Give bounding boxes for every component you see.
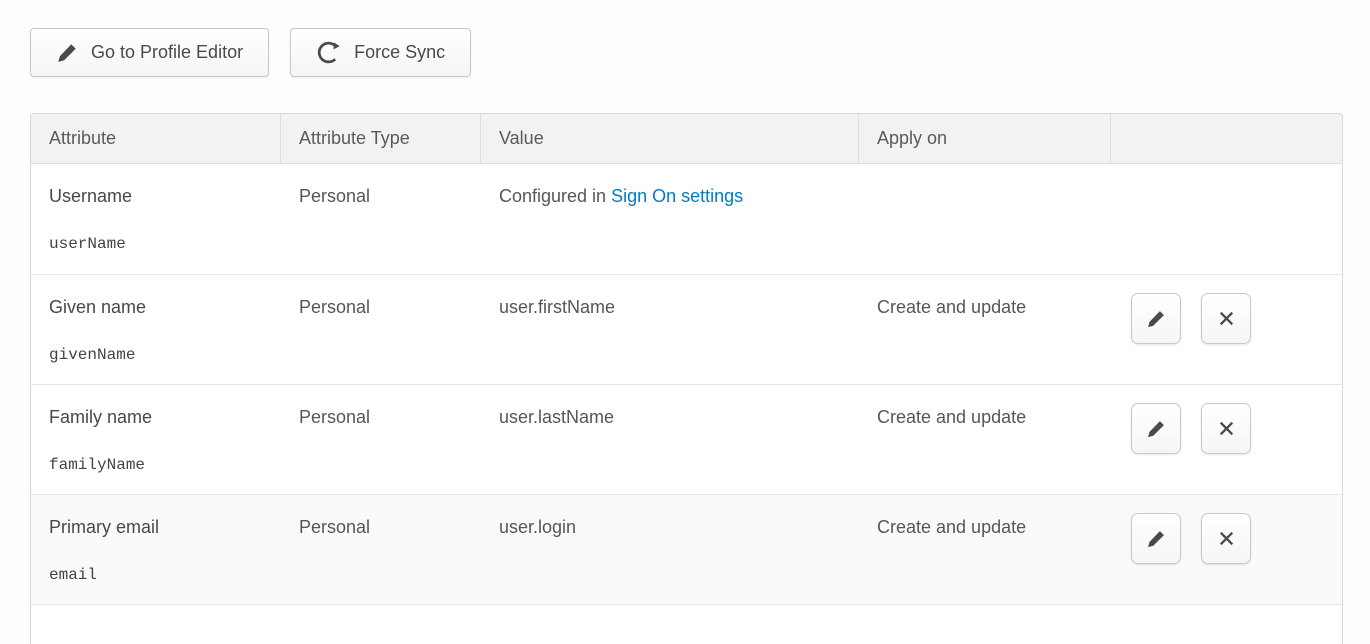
header-value: Value (481, 114, 859, 163)
header-apply-on: Apply on (859, 114, 1111, 163)
pencil-icon (56, 42, 78, 64)
attribute-label: Family name (49, 405, 269, 429)
header-attribute: Attribute (31, 114, 281, 163)
toolbar: Go to Profile Editor Force Sync (0, 0, 1370, 77)
cell-value: user.lastName (481, 385, 859, 494)
attribute-label: Username (49, 184, 269, 208)
header-attribute-type: Attribute Type (281, 114, 481, 163)
pencil-icon (1146, 529, 1166, 549)
attribute-label: Given name (49, 295, 269, 319)
delete-attribute-button[interactable] (1201, 513, 1251, 564)
delete-attribute-button[interactable] (1201, 403, 1251, 454)
refresh-icon (316, 40, 341, 65)
cell-attribute-type: Personal (281, 275, 481, 384)
cell-attribute: Given name givenName (31, 275, 281, 384)
cell-value: user.firstName (481, 275, 859, 384)
cell-attribute: Family name familyName (31, 385, 281, 494)
cell-actions (1111, 495, 1342, 604)
cell-attribute-type: Personal (281, 164, 481, 274)
attribute-mapping-table: Attribute Attribute Type Value Apply on … (30, 113, 1343, 644)
close-icon (1216, 528, 1237, 549)
cell-attribute: Primary email email (31, 495, 281, 604)
header-actions (1111, 114, 1342, 163)
cell-apply-on: Create and update (859, 275, 1111, 384)
attribute-label: Primary email (49, 515, 269, 539)
pencil-icon (1146, 419, 1166, 439)
cell-actions (1111, 275, 1342, 384)
force-sync-button[interactable]: Force Sync (290, 28, 471, 77)
edit-attribute-button[interactable] (1131, 293, 1181, 344)
edit-attribute-button[interactable] (1131, 513, 1181, 564)
table-row-partial (31, 604, 1342, 644)
cell-attribute-type: Personal (281, 385, 481, 494)
close-icon (1216, 308, 1237, 329)
cell-attribute-type: Personal (281, 495, 481, 604)
cell-actions (1111, 385, 1342, 494)
pencil-icon (1146, 309, 1166, 329)
delete-attribute-button[interactable] (1201, 293, 1251, 344)
attribute-variable-name: email (49, 563, 269, 587)
cell-actions (1111, 164, 1342, 274)
go-to-profile-editor-label: Go to Profile Editor (91, 42, 243, 63)
edit-attribute-button[interactable] (1131, 403, 1181, 454)
close-icon (1216, 418, 1237, 439)
attribute-variable-name: userName (49, 232, 269, 256)
sign-on-settings-link[interactable]: Sign On settings (611, 186, 743, 206)
cell-apply-on: Create and update (859, 495, 1111, 604)
force-sync-label: Force Sync (354, 42, 445, 63)
cell-apply-on (859, 164, 1111, 274)
attribute-variable-name: givenName (49, 343, 269, 367)
value-text: Configured in (499, 186, 606, 206)
attribute-variable-name: familyName (49, 453, 269, 477)
table-row-family-name: Family name familyName Personal user.las… (31, 384, 1342, 494)
cell-value: user.login (481, 495, 859, 604)
table-row-username: Username userName Personal Configured in… (31, 164, 1342, 274)
cell-apply-on: Create and update (859, 385, 1111, 494)
go-to-profile-editor-button[interactable]: Go to Profile Editor (30, 28, 269, 77)
table-row-primary-email: Primary email email Personal user.login … (31, 494, 1342, 604)
cell-attribute: Username userName (31, 164, 281, 274)
table-row-given-name: Given name givenName Personal user.first… (31, 274, 1342, 384)
cell-value: Configured inSign On settings (481, 164, 859, 274)
table-header-row: Attribute Attribute Type Value Apply on (31, 114, 1342, 164)
